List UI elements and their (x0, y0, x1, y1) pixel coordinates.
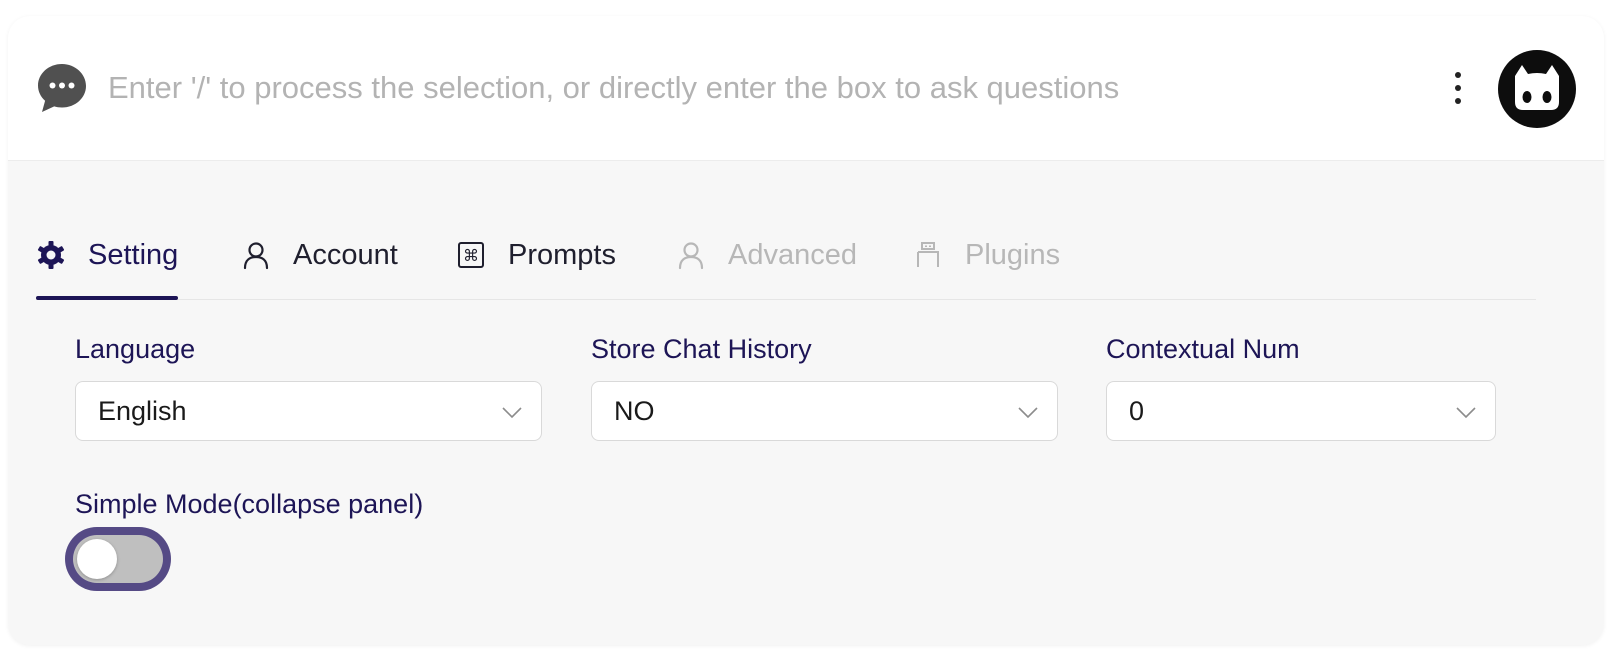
chat-bubble-icon (38, 64, 86, 112)
store-chat-history-select[interactable]: NO (591, 381, 1058, 441)
settings-tabs: Setting Account ⌘ Prompts Advanced Plugi… (36, 211, 1536, 300)
tab-label: Account (293, 238, 398, 271)
vertical-dots-icon (1455, 72, 1461, 78)
language-label: Language (75, 334, 196, 364)
language-select[interactable]: English (75, 381, 542, 441)
simple-mode-toggle[interactable] (65, 527, 171, 591)
chevron-down-icon (502, 407, 522, 419)
tab-plugins: Plugins (913, 211, 1060, 299)
tab-setting[interactable]: Setting (36, 211, 179, 300)
tab-label: Advanced (728, 238, 857, 271)
chatgpt-panel: Setting Account ⌘ Prompts Advanced (8, 16, 1604, 645)
tab-account[interactable]: Account (241, 211, 398, 299)
store-chat-history-label: Store Chat History (591, 334, 812, 364)
contextual-num-select[interactable]: 0 (1106, 381, 1496, 441)
contextual-num-value: 0 (1129, 396, 1145, 426)
question-input[interactable] (108, 66, 1308, 110)
github-octocat-icon[interactable] (1498, 50, 1576, 128)
command-key-icon: ⌘ (458, 242, 484, 268)
toggle-knob (77, 539, 117, 579)
chevron-down-icon (1018, 407, 1038, 419)
input-bar (8, 16, 1604, 161)
gear-icon (37, 241, 65, 269)
tab-label: Setting (88, 238, 179, 271)
contextual-num-label: Contextual Num (1106, 334, 1300, 364)
tab-label: Plugins (965, 238, 1061, 271)
tab-label: Prompts (508, 238, 616, 271)
tab-prompts[interactable]: ⌘ Prompts (456, 211, 616, 299)
tab-advanced: Advanced (676, 211, 857, 299)
store-chat-history-value: NO (614, 396, 655, 426)
user-icon (243, 242, 269, 270)
toggle-track (73, 535, 163, 583)
simple-mode-label: Simple Mode(collapse panel) (75, 489, 424, 519)
plug-icon (917, 242, 939, 267)
language-value: English (98, 396, 187, 426)
chevron-down-icon (1456, 407, 1476, 419)
more-options-button[interactable] (1448, 66, 1468, 110)
svg-text:⌘: ⌘ (463, 246, 479, 265)
user-icon (678, 242, 704, 270)
